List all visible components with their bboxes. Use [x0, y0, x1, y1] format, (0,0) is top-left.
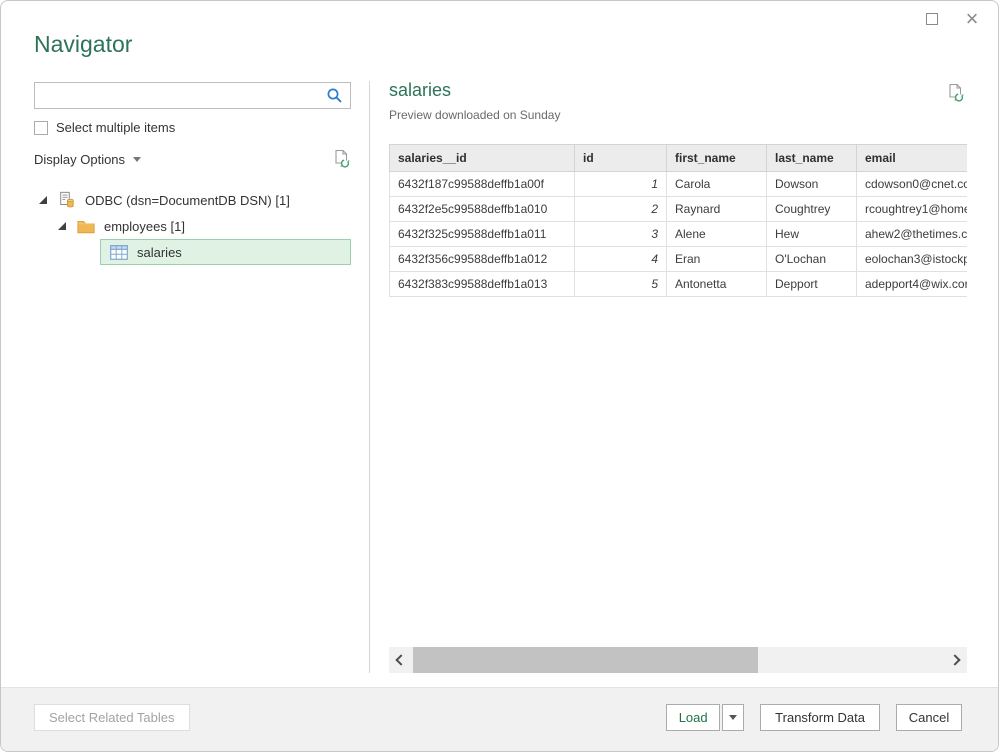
- table-cell: Carola: [667, 172, 767, 197]
- page-title: Navigator: [34, 31, 132, 58]
- preview-table: salaries__ididfirst_namelast_nameemail64…: [389, 144, 967, 297]
- table-cell: 4: [575, 247, 667, 272]
- load-dropdown-button[interactable]: [722, 704, 744, 731]
- scrollbar-thumb[interactable]: [413, 647, 758, 673]
- table-cell: 6432f325c99588deffb1a011: [390, 222, 575, 247]
- preview-refresh-icon[interactable]: [946, 83, 965, 103]
- load-button[interactable]: Load: [666, 704, 720, 731]
- preview-table-wrap: salaries__ididfirst_namelast_nameemail64…: [389, 144, 967, 297]
- table-cell: ahew2@thetimes.co: [857, 222, 968, 247]
- scroll-right-button[interactable]: [943, 647, 967, 673]
- table-cell: Antonetta: [667, 272, 767, 297]
- tree-item-label: employees [1]: [104, 219, 185, 234]
- window-controls: ×: [920, 7, 984, 31]
- chevron-down-icon: [729, 715, 737, 720]
- search-input[interactable]: [35, 83, 326, 108]
- table-icon: [110, 245, 128, 260]
- table-cell: Dowson: [767, 172, 857, 197]
- navigator-dialog: × Navigator Select multiple items Displa…: [0, 0, 999, 752]
- display-options-dropdown[interactable]: Display Options: [34, 152, 141, 167]
- table-cell: 6432f2e5c99588deffb1a010: [390, 197, 575, 222]
- chevron-left-icon: [395, 654, 406, 665]
- search-icon[interactable]: [326, 87, 343, 104]
- maximize-icon: [926, 13, 938, 25]
- table-cell: 2: [575, 197, 667, 222]
- maximize-button[interactable]: [920, 7, 944, 31]
- display-options-label: Display Options: [34, 152, 125, 167]
- table-cell: Raynard: [667, 197, 767, 222]
- table-cell: 6432f356c99588deffb1a012: [390, 247, 575, 272]
- table-row[interactable]: 6432f325c99588deffb1a0113AleneHewahew2@t…: [390, 222, 968, 247]
- tree-item-label: salaries: [137, 245, 182, 260]
- table-cell: Coughtrey: [767, 197, 857, 222]
- table-cell: 3: [575, 222, 667, 247]
- column-header: salaries__id: [390, 145, 575, 172]
- table-cell: O'Lochan: [767, 247, 857, 272]
- scrollbar-track[interactable]: [413, 647, 943, 673]
- table-cell: 6432f187c99588deffb1a00f: [390, 172, 575, 197]
- checkbox-icon[interactable]: [34, 121, 48, 135]
- footer-buttons: Load Transform Data Cancel: [666, 704, 962, 731]
- folder-icon: [77, 219, 95, 234]
- table-row[interactable]: 6432f187c99588deffb1a00f1CarolaDowsoncdo…: [390, 172, 968, 197]
- footer-bar: Select Related Tables Load Transform Dat…: [1, 687, 998, 751]
- transform-data-button[interactable]: Transform Data: [760, 704, 880, 731]
- table-cell: Depport: [767, 272, 857, 297]
- chevron-right-icon: [949, 654, 960, 665]
- tree-item-odbc[interactable]: ODBC (dsn=DocumentDB DSN) [1]: [39, 188, 290, 212]
- table-cell: rcoughtrey1@home: [857, 197, 968, 222]
- table-cell: 5: [575, 272, 667, 297]
- column-header: id: [575, 145, 667, 172]
- refresh-document-icon[interactable]: [332, 149, 351, 169]
- column-header: email: [857, 145, 968, 172]
- preview-title: salaries: [389, 80, 451, 101]
- expand-triangle-icon[interactable]: [39, 196, 47, 204]
- column-header: first_name: [667, 145, 767, 172]
- expand-triangle-icon[interactable]: [58, 222, 66, 230]
- table-cell: Eran: [667, 247, 767, 272]
- table-cell: 1: [575, 172, 667, 197]
- tree-item-salaries-selected[interactable]: salaries: [100, 239, 351, 265]
- select-multiple-label: Select multiple items: [56, 120, 175, 135]
- tree-item-label: ODBC (dsn=DocumentDB DSN) [1]: [85, 193, 290, 208]
- options-row: Display Options: [34, 149, 351, 169]
- cancel-button[interactable]: Cancel: [896, 704, 962, 731]
- search-box: [34, 82, 351, 109]
- select-multiple-checkbox[interactable]: Select multiple items: [34, 120, 175, 135]
- close-icon: ×: [966, 8, 979, 30]
- table-cell: 6432f383c99588deffb1a013: [390, 272, 575, 297]
- tree-item-employees[interactable]: employees [1]: [58, 214, 185, 238]
- scroll-left-button[interactable]: [389, 647, 413, 673]
- column-header: last_name: [767, 145, 857, 172]
- pane-divider: [369, 81, 370, 673]
- chevron-down-icon: [133, 157, 141, 162]
- table-row[interactable]: 6432f2e5c99588deffb1a0102RaynardCoughtre…: [390, 197, 968, 222]
- table-row[interactable]: 6432f383c99588deffb1a0135AntonettaDeppor…: [390, 272, 968, 297]
- table-row[interactable]: 6432f356c99588deffb1a0124EranO'Lochaneol…: [390, 247, 968, 272]
- close-button[interactable]: ×: [960, 7, 984, 31]
- table-cell: eolochan3@istockp: [857, 247, 968, 272]
- table-cell: cdowson0@cnet.co: [857, 172, 968, 197]
- horizontal-scrollbar[interactable]: [389, 647, 967, 673]
- odbc-database-icon: [58, 191, 76, 209]
- preview-subtitle: Preview downloaded on Sunday: [389, 108, 560, 122]
- select-related-tables-button[interactable]: Select Related Tables: [34, 704, 190, 731]
- table-cell: adepport4@wix.cor: [857, 272, 968, 297]
- table-cell: Hew: [767, 222, 857, 247]
- table-cell: Alene: [667, 222, 767, 247]
